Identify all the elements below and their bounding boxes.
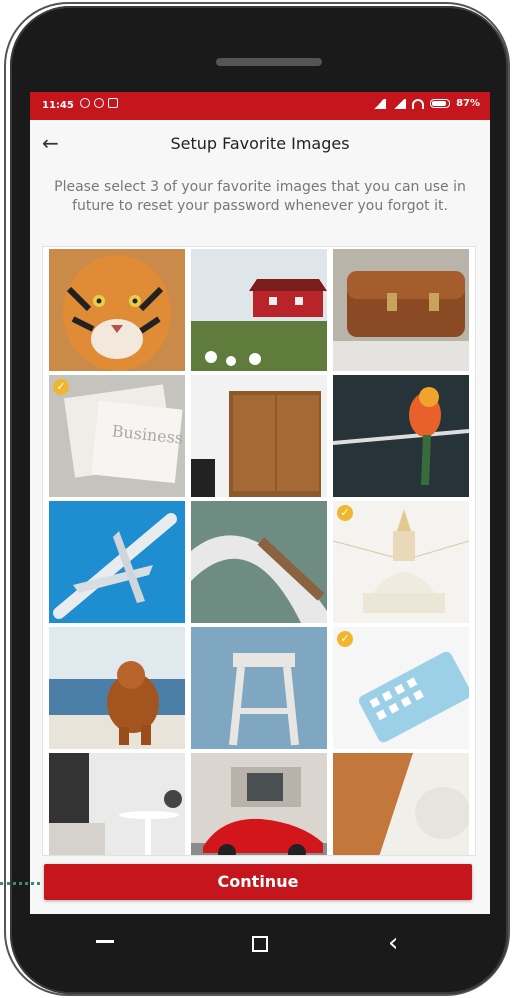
whatsapp-icon (94, 98, 104, 108)
image-tile-stool[interactable] (191, 627, 327, 749)
image-tile-newspaper[interactable]: Business ✓ (49, 375, 185, 497)
image-tile-dog-beach[interactable] (49, 627, 185, 749)
image-tile-abstract-wood[interactable] (333, 753, 469, 855)
image-tile-parrot[interactable] (333, 375, 469, 497)
image-tile-tiger[interactable] (49, 249, 185, 371)
selected-check-icon: ✓ (53, 379, 69, 395)
image-tile-smartphone[interactable]: ✓ (333, 627, 469, 749)
status-bar: 11:45 87% (30, 92, 490, 120)
selected-check-icon: ✓ (337, 505, 353, 521)
speaker (216, 58, 322, 66)
header: ← Setup Favorite Images (30, 120, 490, 170)
callout-dotted-line (0, 882, 40, 885)
image-tile-bridge[interactable] (191, 501, 327, 623)
image-grid: Business ✓ ✓ ✓ (42, 246, 476, 856)
notification-icon (80, 98, 90, 108)
instructions: Please select 3 of your favorite images … (54, 179, 466, 214)
image-tile-airplane[interactable] (49, 501, 185, 623)
status-time: 11:45 (42, 100, 74, 111)
android-nav-bar: ‹ (30, 914, 490, 986)
battery-icon (430, 99, 451, 108)
calendar-icon (108, 98, 118, 108)
back-icon[interactable]: ‹ (388, 930, 398, 956)
image-tile-red-house[interactable] (191, 249, 327, 371)
continue-button[interactable]: Continue (44, 864, 472, 900)
wifi-icon (412, 98, 425, 109)
recent-apps-icon[interactable] (96, 940, 114, 943)
page-title: Setup Favorite Images (170, 134, 350, 153)
image-tile-red-car[interactable] (191, 753, 327, 855)
image-tile-leather-bag[interactable] (333, 249, 469, 371)
selected-check-icon: ✓ (337, 631, 353, 647)
home-icon[interactable] (252, 936, 268, 952)
image-tile-wardrobe[interactable] (191, 375, 327, 497)
notification-icons (80, 98, 118, 108)
status-right: 87% (372, 98, 480, 109)
signal-icon-2 (392, 98, 407, 109)
battery-percent: 87% (456, 98, 480, 109)
image-tile-bedroom[interactable] (49, 753, 185, 855)
image-tile-stupa[interactable]: ✓ (333, 501, 469, 623)
signal-icon (372, 98, 387, 109)
screen: 11:45 87% ← Setup Favorite Images Please… (30, 92, 490, 914)
